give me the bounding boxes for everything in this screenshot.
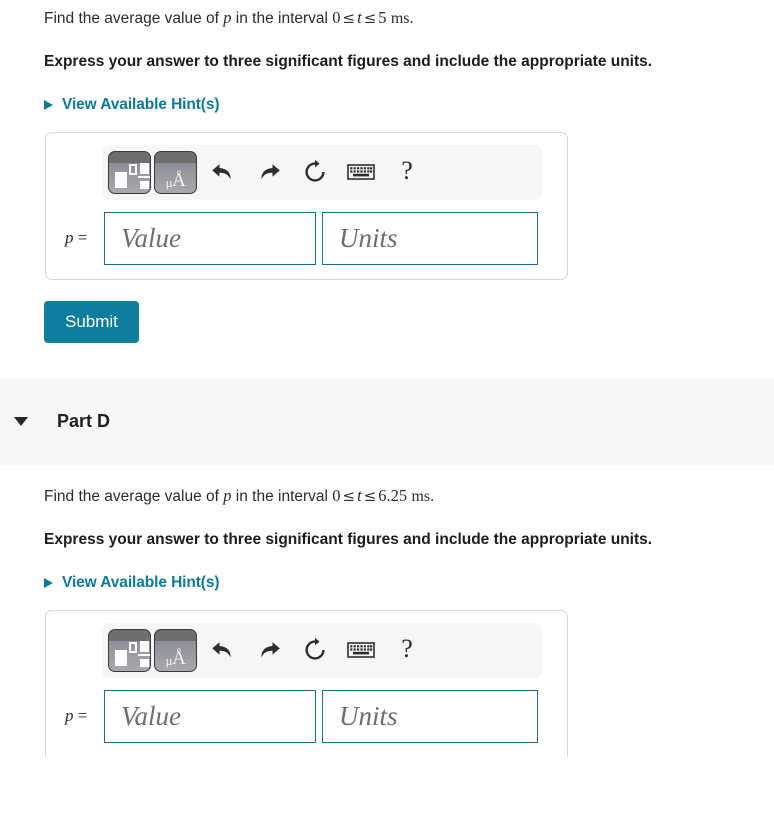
variable-equals: = bbox=[73, 706, 88, 726]
question-prefix: Find the average value of bbox=[44, 487, 224, 505]
submit-button[interactable]: Submit bbox=[44, 300, 139, 343]
question-lower-bound: 0 bbox=[332, 485, 341, 505]
part-d-header[interactable]: Part D bbox=[0, 378, 774, 465]
units-icon-angstrom: Å bbox=[172, 647, 186, 669]
question-rel-1: ≤ bbox=[342, 486, 356, 505]
part-d-units-input[interactable]: Units bbox=[322, 689, 538, 743]
template-icon-block-d bbox=[138, 175, 150, 178]
units-placeholder: Units bbox=[339, 222, 398, 253]
part-d-title: Part D bbox=[57, 411, 111, 432]
part-c-submit-wrap: Submit bbox=[0, 300, 774, 343]
redo-icon bbox=[261, 164, 280, 180]
part-c-question-text: Find the average value of p in the inter… bbox=[0, 0, 774, 30]
part-d-equation-toolbar: μÅ ? bbox=[102, 622, 542, 678]
view-hints-label: View Available Hint(s) bbox=[62, 573, 220, 591]
undo-button[interactable] bbox=[200, 630, 246, 670]
question-upper-bound: 5 bbox=[378, 8, 387, 27]
redo-icon bbox=[261, 642, 280, 658]
part-c-body: Find the average value of p in the inter… bbox=[0, 0, 774, 343]
template-icon-block-b bbox=[129, 641, 137, 653]
question-middle: in the interval bbox=[231, 10, 333, 27]
reset-icon bbox=[305, 638, 325, 660]
math-templates-button[interactable] bbox=[108, 150, 151, 194]
part-c-instruction: Express your answer to three significant… bbox=[44, 53, 653, 71]
units-placeholder: Units bbox=[339, 700, 398, 731]
keyboard-icon bbox=[347, 642, 375, 659]
part-c-value-input[interactable]: Value bbox=[104, 211, 316, 265]
question-prefix: Find the average value of bbox=[44, 10, 224, 27]
variable-symbol: p bbox=[65, 706, 74, 726]
part-d-value-input[interactable]: Value bbox=[104, 689, 316, 743]
redo-button[interactable] bbox=[246, 630, 292, 670]
part-d-instruction: Express your answer to three significant… bbox=[44, 531, 653, 549]
math-templates-button[interactable] bbox=[108, 628, 151, 672]
template-icon-block-a bbox=[115, 649, 127, 666]
part-c-equation-toolbar: μÅ ? bbox=[102, 144, 542, 200]
undo-icon bbox=[212, 642, 231, 658]
variable-symbol: p bbox=[65, 228, 74, 248]
template-icon-block-d bbox=[138, 653, 150, 656]
template-icon-block-c bbox=[140, 162, 149, 174]
template-icon-block-e bbox=[140, 180, 149, 189]
units-icon: μÅ bbox=[155, 171, 196, 192]
template-icon-block-e bbox=[140, 658, 149, 667]
question-rel-1: ≤ bbox=[342, 9, 356, 27]
part-d-section: Part D Find the average value of p in th… bbox=[0, 378, 774, 757]
part-d-question-text: Find the average value of p in the inter… bbox=[0, 465, 774, 508]
value-placeholder: Value bbox=[121, 700, 181, 731]
units-icon-angstrom: Å bbox=[172, 169, 186, 191]
units-icon: μÅ bbox=[155, 649, 196, 670]
reset-button[interactable] bbox=[292, 630, 338, 670]
part-d-variable-label: p = bbox=[60, 706, 104, 726]
part-d-answer-card: μÅ ? p = Value Units bbox=[45, 609, 568, 757]
reset-icon bbox=[305, 160, 325, 183]
template-icon-block-c bbox=[140, 640, 149, 652]
chevron-down-icon[interactable] bbox=[14, 417, 28, 427]
part-d-input-row: p = Value Units bbox=[46, 689, 567, 743]
keyboard-button[interactable] bbox=[338, 630, 384, 670]
question-rel-2: ≤ bbox=[363, 486, 377, 505]
value-placeholder: Value bbox=[121, 222, 181, 253]
units-button[interactable]: μÅ bbox=[154, 150, 197, 194]
part-c-input-row: p = Value Units bbox=[46, 211, 567, 265]
reset-button[interactable] bbox=[292, 152, 338, 192]
keyboard-button[interactable] bbox=[338, 152, 384, 192]
help-button[interactable]: ? bbox=[384, 152, 430, 192]
question-lower-bound: 0 bbox=[332, 8, 341, 27]
redo-button[interactable] bbox=[246, 152, 292, 192]
variable-equals: = bbox=[73, 228, 88, 248]
question-unit: ms bbox=[390, 10, 410, 27]
help-button[interactable]: ? bbox=[384, 630, 430, 670]
help-label: ? bbox=[401, 155, 413, 185]
question-upper-bound: 6.25 bbox=[378, 485, 408, 505]
undo-icon bbox=[212, 164, 231, 180]
part-c-answer-card: μÅ ? p = Value Units bbox=[45, 131, 568, 280]
question-period: . bbox=[430, 487, 435, 505]
help-label: ? bbox=[401, 633, 413, 663]
problem-page: Find the average value of p in the inter… bbox=[0, 0, 774, 757]
keyboard-icon bbox=[347, 164, 375, 181]
part-c-view-hints-link[interactable]: View Available Hint(s) bbox=[0, 96, 263, 114]
caret-right-icon bbox=[44, 577, 53, 588]
question-period: . bbox=[409, 10, 414, 27]
units-button[interactable]: μÅ bbox=[154, 628, 197, 672]
question-middle: in the interval bbox=[231, 487, 333, 505]
question-rel-2: ≤ bbox=[363, 9, 377, 27]
template-icon-block-b bbox=[129, 163, 137, 175]
template-icon-block-a bbox=[115, 171, 127, 188]
part-c-variable-label: p = bbox=[60, 228, 104, 248]
part-d-view-hints-link[interactable]: View Available Hint(s) bbox=[0, 574, 263, 592]
undo-button[interactable] bbox=[200, 152, 246, 192]
part-c-units-input[interactable]: Units bbox=[322, 211, 538, 265]
question-unit: ms bbox=[411, 487, 431, 505]
view-hints-label: View Available Hint(s) bbox=[62, 95, 220, 113]
caret-right-icon bbox=[44, 99, 53, 110]
